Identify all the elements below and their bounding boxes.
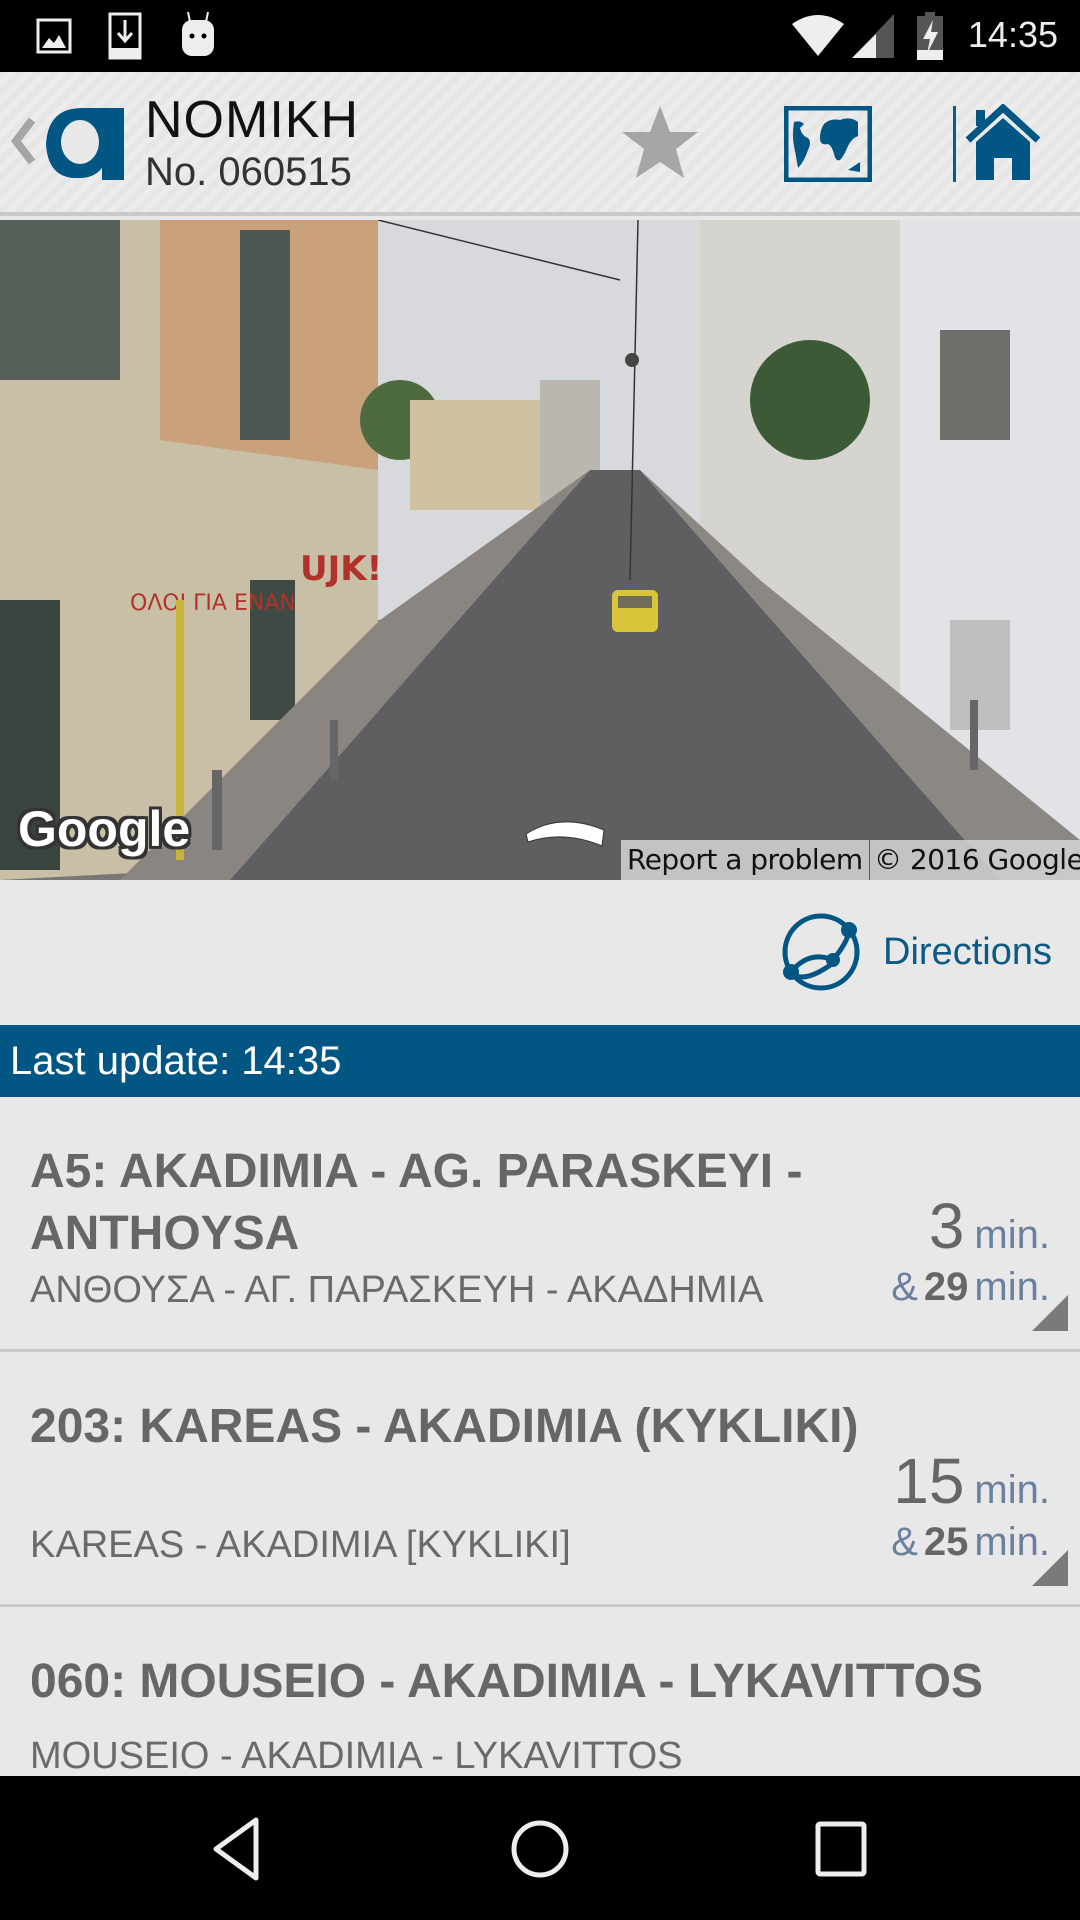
- image-notification-icon: [36, 18, 72, 54]
- route-list[interactable]: A5: AKADIMIA - AG. PARASKEYI - ANTHOYSA …: [0, 1097, 1080, 1777]
- stop-title: NOMIKH: [145, 91, 359, 149]
- eta-second: 25: [923, 1520, 969, 1564]
- report-problem-link[interactable]: Report a problem: [621, 840, 869, 880]
- eta-first: 15: [893, 1445, 965, 1517]
- route-title: 060: MOUSEIO - AKADIMIA - LYKAVITTOS: [30, 1655, 983, 1708]
- eta-second: 29: [923, 1265, 969, 1309]
- street-view-nav-arrow-icon[interactable]: [524, 812, 606, 848]
- last-update-label: Last update: 14:35: [10, 1039, 342, 1083]
- battery-charging-icon: [917, 12, 943, 60]
- arrival-times: 3 min. & 29 min.: [891, 1189, 1050, 1310]
- wifi-icon: [792, 15, 844, 56]
- expand-corner-icon[interactable]: [1032, 1550, 1068, 1586]
- directions-button[interactable]: Directions: [779, 910, 1052, 994]
- route-list-item[interactable]: 203: KAREAS - AKADIMIA (KYKLIKI) KAREAS …: [0, 1352, 1080, 1607]
- download-notification-icon: [108, 12, 142, 60]
- route-subtitle: KAREAS - AKADIMIA [KYKLIKI]: [30, 1524, 571, 1566]
- header-divider: [953, 106, 956, 182]
- recents-nav-icon[interactable]: [806, 1816, 876, 1882]
- street-view-image[interactable]: ΟΛΟΙ ΓΙΑ ΕΝΑΝ UJK!: [0, 220, 1080, 880]
- google-logo: Google: [18, 801, 191, 857]
- directions-row: Directions: [0, 880, 1080, 1024]
- eta-first: 3: [928, 1190, 965, 1262]
- system-nav-bar: [0, 1776, 1080, 1920]
- arrival-times: 15 min. & 25 min.: [891, 1444, 1050, 1565]
- cell-signal-icon: [852, 14, 894, 58]
- route-title: 203: KAREAS - AKADIMIA (KYKLIKI): [30, 1400, 859, 1453]
- stop-number: No. 060515: [145, 150, 352, 194]
- favorite-star-icon[interactable]: [618, 102, 702, 182]
- street-view-panorama[interactable]: ΟΛΟΙ ΓΙΑ ΕΝΑΝ UJK! Google Report a probl…: [0, 220, 1080, 880]
- status-bar: 14:35: [0, 0, 1080, 72]
- back-nav-icon[interactable]: [206, 1816, 276, 1882]
- eta-first-unit: min.: [974, 1213, 1050, 1257]
- home-nav-icon[interactable]: [505, 1816, 575, 1882]
- route-subtitle: ΑΝΘΟΥΣΑ - ΑΓ. ΠΑΡΑΣΚΕΥΗ - ΑΚΑΔΗΜΙΑ: [30, 1269, 764, 1311]
- status-time: 14:35: [967, 14, 1058, 55]
- eta-first-unit: min.: [974, 1468, 1050, 1512]
- svg-text:ΟΛΟΙ ΓΙΑ ΕΝΑΝ: ΟΛΟΙ ΓΙΑ ΕΝΑΝ: [130, 591, 296, 616]
- directions-route-icon: [782, 913, 860, 991]
- back-chevron-icon[interactable]: [10, 116, 36, 166]
- directions-label: Directions: [883, 930, 1052, 973]
- copyright-label: © 2016 Google: [870, 840, 1080, 880]
- world-map-icon[interactable]: [784, 106, 872, 182]
- eta-amp: &: [891, 1520, 918, 1564]
- route-list-item[interactable]: A5: AKADIMIA - AG. PARASKEYI - ANTHOYSA …: [0, 1097, 1080, 1352]
- last-update-bar: Last update: 14:35: [0, 1025, 1080, 1097]
- route-subtitle: MOUSEIO - AKADIMIA - LYKAVITTOS: [30, 1735, 683, 1777]
- expand-corner-icon[interactable]: [1032, 1295, 1068, 1331]
- title-bar: NOMIKH No. 060515: [0, 72, 1080, 216]
- route-list-item[interactable]: 060: MOUSEIO - AKADIMIA - LYKAVITTOS MOU…: [0, 1607, 1080, 1777]
- svg-text:UJK!: UJK!: [300, 549, 382, 589]
- route-title: A5: AKADIMIA - AG. PARASKEYI - ANTHOYSA: [30, 1145, 803, 1260]
- app-logo-icon[interactable]: [42, 102, 126, 182]
- eta-amp: &: [891, 1265, 918, 1309]
- home-icon[interactable]: [964, 104, 1042, 180]
- android-debug-icon: [182, 12, 214, 56]
